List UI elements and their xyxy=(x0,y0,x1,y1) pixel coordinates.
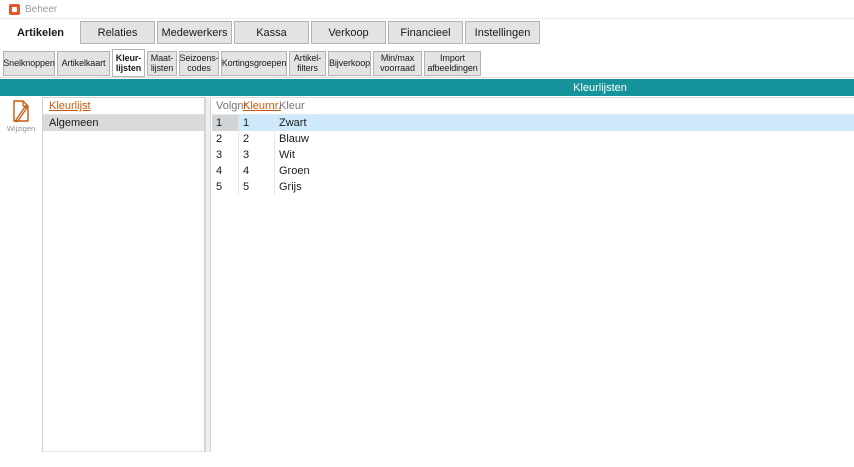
subtab-kleurlijsten[interactable]: Kleur- lijsten xyxy=(112,49,145,77)
kleurlijst-panel: Kleurlijst Algemeen xyxy=(42,97,205,452)
tab-financieel[interactable]: Financieel xyxy=(388,21,463,44)
cell-kleurnr[interactable]: 2 xyxy=(239,131,275,147)
tabstrip-separator xyxy=(0,77,854,78)
cell-kleurnr[interactable]: 3 xyxy=(239,147,275,163)
cell-kleur[interactable]: Zwart xyxy=(275,115,854,131)
subtab-artikelkaart[interactable]: Artikelkaart xyxy=(57,51,110,76)
cell-volgnr[interactable]: 3 xyxy=(212,147,239,163)
cell-kleur[interactable]: Wit xyxy=(275,147,854,163)
app-window: Beheer Artikelen Relaties Medewerkers Ka… xyxy=(0,0,854,467)
main-tab-bar: Artikelen Relaties Medewerkers Kassa Ver… xyxy=(3,21,540,44)
subtab-kortingsgroepen[interactable]: Kortingsgroepen xyxy=(221,51,287,76)
subtab-maatlijsten[interactable]: Maat- lijsten xyxy=(147,51,177,76)
subtab-minmax-voorraad[interactable]: Min/max voorraad xyxy=(373,51,422,76)
kleuren-grid: Volgnr. Kleurnr. Kleur 1 1 Zwart 2 2 Bla… xyxy=(212,97,854,467)
column-header-kleur[interactable]: Kleur xyxy=(275,98,854,114)
cell-kleurnr[interactable]: 5 xyxy=(239,179,275,195)
cell-kleur[interactable]: Blauw xyxy=(275,131,854,147)
column-header-kleurnr[interactable]: Kleurnr. xyxy=(239,98,275,114)
titlebar-separator xyxy=(0,18,854,19)
cell-kleurnr[interactable]: 4 xyxy=(239,163,275,179)
subtab-artikelfilters[interactable]: Artikel- filters xyxy=(289,51,326,76)
column-header-volgnr[interactable]: Volgnr. xyxy=(212,98,239,114)
tab-verkoop[interactable]: Verkoop xyxy=(311,21,386,44)
edit-document-icon xyxy=(10,99,32,123)
tab-relaties[interactable]: Relaties xyxy=(80,21,155,44)
cell-kleur[interactable]: Groen xyxy=(275,163,854,179)
table-row[interactable]: 5 5 Grijs xyxy=(212,179,854,195)
kleurlijst-column-header[interactable]: Kleurlijst xyxy=(43,98,204,115)
sub-tab-bar: Snelknoppen Artikelkaart Kleur- lijsten … xyxy=(3,49,481,77)
window-title: Beheer xyxy=(25,4,57,15)
edit-button[interactable]: Wijzigen xyxy=(3,99,39,133)
table-row[interactable]: 1 1 Zwart xyxy=(212,115,854,131)
subtab-seizoenscodes[interactable]: Seizoens- codes xyxy=(179,51,219,76)
table-row[interactable]: 2 2 Blauw xyxy=(212,131,854,147)
tab-instellingen[interactable]: Instellingen xyxy=(465,21,540,44)
cell-volgnr[interactable]: 2 xyxy=(212,131,239,147)
list-item-algemeen[interactable]: Algemeen xyxy=(43,115,204,131)
subtab-bijverkoop[interactable]: Bijverkoop xyxy=(328,51,371,76)
cell-kleur[interactable]: Grijs xyxy=(275,179,854,195)
edit-button-label: Wijzigen xyxy=(3,124,39,133)
cell-volgnr[interactable]: 5 xyxy=(212,179,239,195)
tab-medewerkers[interactable]: Medewerkers xyxy=(157,21,232,44)
panel-title-bar: Kleurlijsten xyxy=(0,79,854,96)
panel-splitter[interactable] xyxy=(205,97,211,452)
cell-kleurnr[interactable]: 1 xyxy=(239,115,275,131)
tab-artikelen[interactable]: Artikelen xyxy=(3,21,78,44)
table-row[interactable]: 3 3 Wit xyxy=(212,147,854,163)
tab-kassa[interactable]: Kassa xyxy=(234,21,309,44)
app-icon xyxy=(9,4,20,15)
grid-header-row: Volgnr. Kleurnr. Kleur xyxy=(212,98,854,115)
cell-volgnr[interactable]: 4 xyxy=(212,163,239,179)
subtab-snelknoppen[interactable]: Snelknoppen xyxy=(3,51,55,76)
window-titlebar: Beheer xyxy=(0,0,57,18)
cell-volgnr[interactable]: 1 xyxy=(212,115,239,131)
panel-title: Kleurlijsten xyxy=(573,82,627,94)
subtab-import-afbeeldingen[interactable]: Import afbeeldingen xyxy=(424,51,481,76)
table-row[interactable]: 4 4 Groen xyxy=(212,163,854,179)
